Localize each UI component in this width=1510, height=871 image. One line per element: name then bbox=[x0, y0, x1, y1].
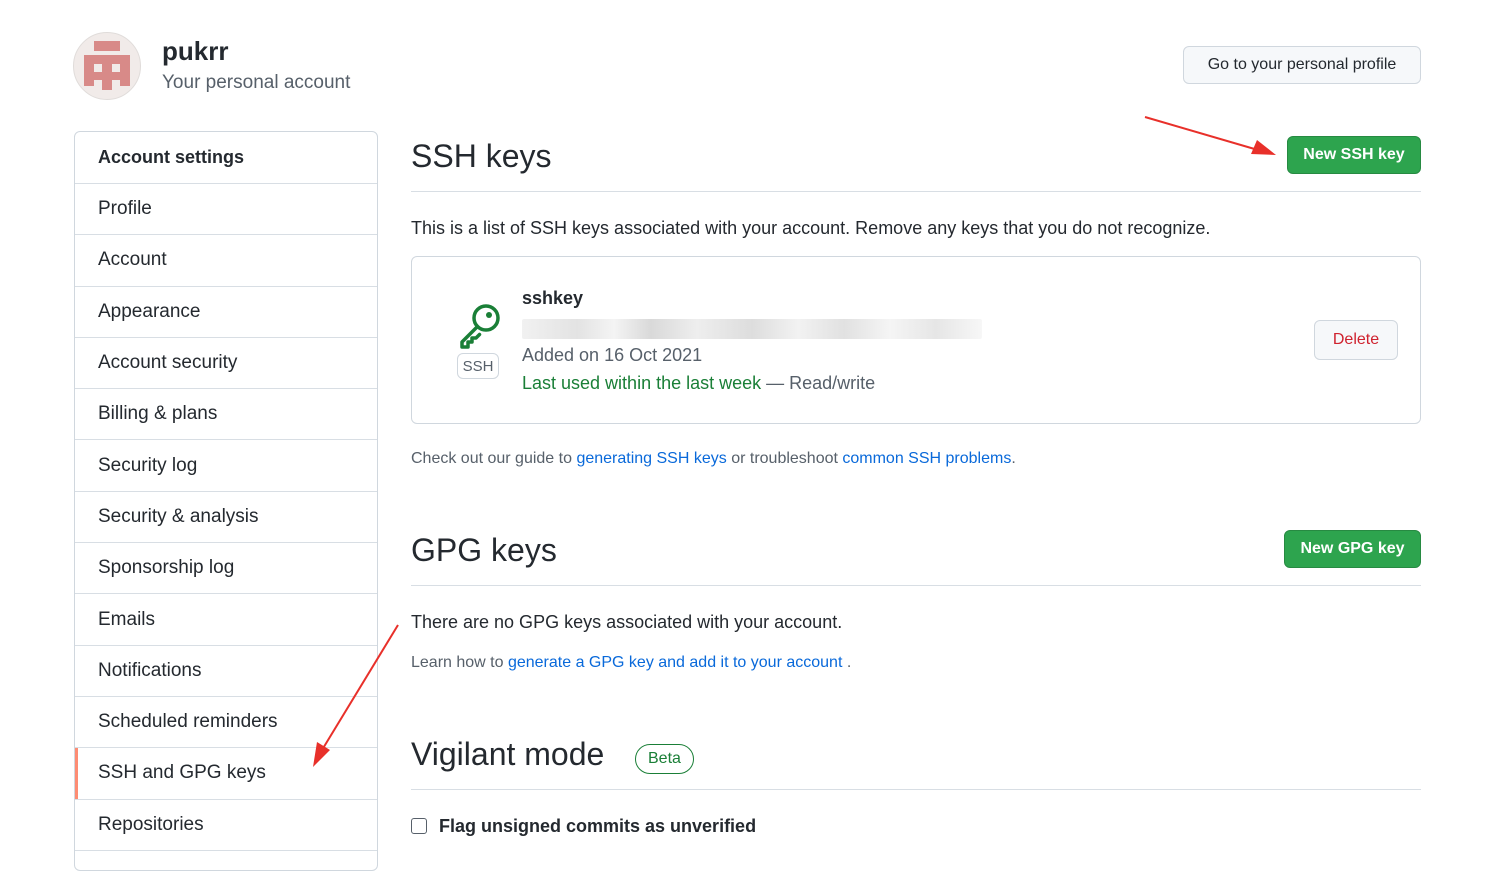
ssh-key-last-used: Last used within the last week bbox=[522, 373, 762, 393]
sidebar-item-billing[interactable]: Billing & plans bbox=[75, 389, 377, 441]
sidebar-item-account-security[interactable]: Account security bbox=[75, 338, 377, 390]
vigilant-section-divider bbox=[411, 789, 1421, 790]
ssh-key-usage: Last used within the last week — Read/wr… bbox=[522, 373, 875, 394]
generate-gpg-key-link[interactable]: generate a GPG key and add it to your ac… bbox=[508, 654, 842, 671]
new-gpg-key-button[interactable]: New GPG key bbox=[1284, 530, 1421, 568]
generating-ssh-keys-link[interactable]: generating SSH keys bbox=[576, 450, 726, 467]
sidebar-item-ssh-gpg-keys[interactable]: SSH and GPG keys bbox=[75, 748, 377, 800]
sidebar-item-profile[interactable]: Profile bbox=[75, 184, 377, 236]
identicon-avatar bbox=[84, 41, 130, 90]
ssh-guide-text: Check out our guide to generating SSH ke… bbox=[411, 450, 1016, 468]
ssh-key-item: SSH sshkey Added on 16 Oct 2021 Last use… bbox=[411, 256, 1421, 424]
settings-sidebar: Account settings Profile Account Appeara… bbox=[74, 131, 378, 871]
flag-unsigned-commits-checkbox[interactable] bbox=[411, 818, 427, 834]
ssh-type-label: SSH bbox=[457, 353, 499, 379]
beta-badge: Beta bbox=[635, 744, 694, 774]
annotation-arrowhead-ssh-button bbox=[1251, 140, 1276, 155]
sidebar-item-account[interactable]: Account bbox=[75, 235, 377, 287]
gpg-keys-heading: GPG keys bbox=[411, 532, 557, 568]
sidebar-item-appearance[interactable]: Appearance bbox=[75, 287, 377, 338]
sidebar-item-scheduled-reminders[interactable]: Scheduled reminders bbox=[75, 697, 377, 749]
ssh-section-divider bbox=[411, 191, 1421, 192]
sidebar-title: Account settings bbox=[75, 132, 377, 184]
sidebar-item-emails[interactable]: Emails bbox=[75, 594, 377, 646]
ssh-key-access: — Read/write bbox=[761, 373, 876, 393]
ssh-guide-prefix: Check out our guide to bbox=[411, 450, 577, 467]
gpg-learn-text: Learn how to generate a GPG key and add … bbox=[411, 654, 851, 672]
avatar[interactable] bbox=[73, 32, 141, 100]
gpg-empty-text: There are no GPG keys associated with yo… bbox=[411, 612, 843, 632]
account-subtitle: Your personal account bbox=[162, 72, 351, 93]
gpg-learn-suffix: . bbox=[842, 654, 852, 671]
ssh-guide-middle: or troubleshoot bbox=[726, 450, 843, 467]
ssh-guide-suffix: . bbox=[1011, 450, 1016, 467]
account-username: pukrr bbox=[162, 36, 229, 66]
sidebar-item-security-log[interactable]: Security log bbox=[75, 440, 377, 492]
go-to-profile-button[interactable]: Go to your personal profile bbox=[1183, 46, 1421, 84]
gpg-learn-prefix: Learn how to bbox=[411, 654, 508, 671]
vigilant-mode-heading: Vigilant mode bbox=[411, 736, 605, 772]
gpg-section-divider bbox=[411, 585, 1421, 586]
new-ssh-key-button[interactable]: New SSH key bbox=[1287, 136, 1421, 174]
ssh-key-title: sshkey bbox=[522, 288, 584, 308]
sidebar-item-sponsorship-log[interactable]: Sponsorship log bbox=[75, 543, 377, 595]
ssh-keys-heading: SSH keys bbox=[411, 138, 552, 174]
sidebar-item-notifications[interactable]: Notifications bbox=[75, 646, 377, 697]
annotation-arrow-ssh-button bbox=[1144, 116, 1259, 151]
flag-unsigned-commits-label[interactable]: Flag unsigned commits as unverified bbox=[439, 816, 756, 837]
common-ssh-problems-link[interactable]: common SSH problems bbox=[842, 450, 1011, 467]
sidebar-item-security-analysis[interactable]: Security & analysis bbox=[75, 492, 377, 544]
sidebar-item-repositories[interactable]: Repositories bbox=[75, 800, 377, 851]
delete-ssh-key-button[interactable]: Delete bbox=[1314, 320, 1398, 360]
key-icon bbox=[460, 304, 500, 349]
ssh-description: This is a list of SSH keys associated wi… bbox=[411, 218, 1211, 238]
ssh-key-fingerprint-redacted bbox=[522, 319, 982, 339]
ssh-key-added-date: Added on 16 Oct 2021 bbox=[522, 345, 703, 365]
